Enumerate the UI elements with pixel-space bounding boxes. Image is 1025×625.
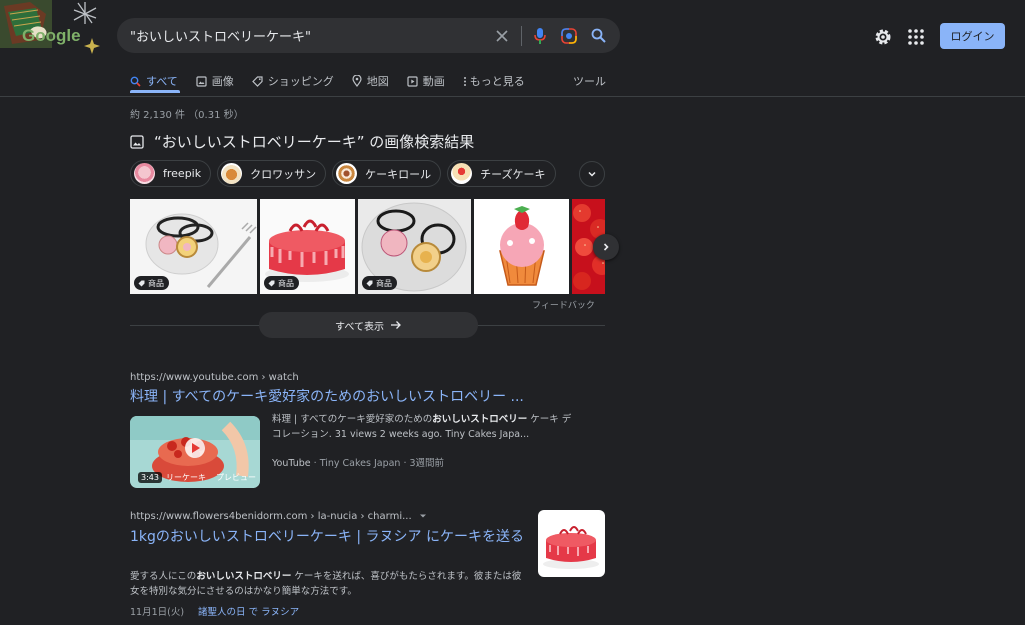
video-duration: 3:43 bbox=[138, 472, 162, 483]
result-thumbnail[interactable] bbox=[538, 510, 605, 577]
sitelink[interactable]: 諸聖人の日 で ラヌシア bbox=[198, 607, 299, 618]
gallery-next-button[interactable] bbox=[593, 234, 619, 260]
snippet-text: 愛する人にこの bbox=[130, 571, 197, 582]
tag-icon bbox=[268, 280, 275, 286]
chip-thumbnail bbox=[221, 163, 243, 184]
header-divider bbox=[0, 96, 1025, 97]
tab-shopping[interactable]: ショッピング bbox=[251, 73, 334, 89]
chip-freepik[interactable]: freepik bbox=[130, 160, 212, 187]
search-icon bbox=[130, 76, 141, 87]
chevron-right-icon bbox=[603, 243, 609, 251]
result-title-link[interactable]: 1kgのおいしいストロベリーケーキ | ラヌシア にケーキを送る bbox=[130, 528, 525, 547]
chips-expand-button[interactable] bbox=[579, 161, 605, 187]
apps-grid-icon[interactable] bbox=[906, 27, 926, 47]
clear-icon[interactable] bbox=[492, 26, 512, 46]
badge-label: 商品 bbox=[376, 278, 392, 288]
video-thumbnail[interactable]: 3:43 リーケーキ プレビュー bbox=[130, 416, 260, 488]
camera-lens-icon[interactable] bbox=[559, 26, 579, 46]
show-all-button[interactable]: すべて表示 bbox=[259, 312, 478, 338]
video-meta: YouTube · Tiny Cakes Japan · 3週間前 bbox=[272, 458, 445, 469]
result-snippet: 料理 | すべてのケーキ愛好家のためのおいしいストロベリー ケーキ デコレーショ… bbox=[272, 412, 572, 442]
tab-label: すべて bbox=[146, 75, 178, 88]
chip-label: freepik bbox=[163, 167, 202, 180]
search-icon[interactable] bbox=[588, 26, 608, 46]
image-result-hair-ties-fork[interactable]: 商品 bbox=[130, 199, 257, 294]
chip-thumbnail bbox=[134, 163, 155, 184]
result-snippet: 愛する人にこのおいしいストロベリー ケーキを送れば、喜びがもたらされます。彼また… bbox=[130, 569, 525, 599]
product-badge: 商品 bbox=[264, 276, 299, 290]
video-age: 3週間前 bbox=[409, 458, 445, 469]
tab-label: ショッピング bbox=[267, 75, 334, 88]
active-tab-indicator bbox=[130, 90, 180, 93]
result-stats: 約 2,130 件 （0.31 秒） bbox=[130, 110, 244, 121]
image-results-heading[interactable]: “おいしいストロベリーケーキ” の画像検索結果 bbox=[130, 131, 474, 152]
snippet-highlight: おいしいストロベリー bbox=[196, 571, 292, 582]
video-icon bbox=[407, 75, 418, 87]
google-doodle-logo[interactable]: Google bbox=[0, 0, 110, 60]
product-badge: 商品 bbox=[362, 276, 397, 290]
chip-label: クロワッサン bbox=[250, 167, 317, 181]
thumbnail-caption: リーケーキ bbox=[166, 473, 206, 482]
search-box[interactable]: "おいしいストロベリーケーキ" bbox=[117, 18, 620, 53]
result-cite-text: https://www.flowers4benidorm.com › la-nu… bbox=[130, 511, 412, 522]
login-button[interactable]: ログイン bbox=[940, 23, 1005, 49]
product-badge: 商品 bbox=[134, 276, 169, 290]
chip-label: チーズケーキ bbox=[480, 167, 546, 181]
tab-label: 画像 bbox=[211, 75, 234, 88]
badge-label: 商品 bbox=[278, 278, 294, 288]
tab-label: もっと見る bbox=[469, 75, 525, 88]
microphone-icon[interactable] bbox=[530, 26, 550, 46]
chip-croissant[interactable]: クロワッサン bbox=[217, 160, 327, 187]
tag-icon bbox=[366, 280, 373, 286]
preview-label: プレビュー bbox=[216, 473, 256, 482]
more-vert-icon bbox=[463, 76, 466, 86]
search-tabs: すべて 画像 ショッピング 地図 動画 もっと見る bbox=[130, 70, 543, 92]
tab-all[interactable]: すべて bbox=[130, 73, 178, 89]
search-divider bbox=[521, 25, 522, 46]
tools-button[interactable]: ツール bbox=[573, 73, 606, 89]
logo-text: Google bbox=[22, 26, 81, 45]
video-source: YouTube bbox=[272, 458, 311, 469]
tab-label: 地図 bbox=[366, 75, 389, 88]
arrow-right-icon bbox=[390, 321, 401, 329]
image-result-cupcake[interactable] bbox=[474, 199, 569, 294]
tab-videos[interactable]: 動画 bbox=[407, 73, 445, 89]
chip-label: ケーキロール bbox=[365, 167, 432, 181]
result-title-link[interactable]: 料理 | すべてのケーキ愛好家のためのおいしいストロベリー ... bbox=[130, 388, 524, 407]
sitelink-date: 11月1日(火) bbox=[130, 607, 185, 618]
chip-cheesecake[interactable]: チーズケーキ bbox=[447, 160, 556, 187]
result-cite[interactable]: https://www.youtube.com › watch bbox=[130, 372, 299, 383]
snippet-text: 料理 | すべてのケーキ愛好家のための bbox=[272, 414, 433, 425]
refinement-chips: freepik クロワッサン ケーキロール チーズケーキ bbox=[130, 160, 562, 187]
chip-cake-roll[interactable]: ケーキロール bbox=[332, 160, 442, 187]
chip-thumbnail bbox=[336, 163, 358, 184]
tab-maps[interactable]: 地図 bbox=[352, 73, 389, 89]
snippet-highlight: おいしいストロベリー bbox=[432, 414, 528, 425]
image-results-title: “おいしいストロベリーケーキ” の画像検索結果 bbox=[154, 133, 475, 151]
chevron-down-icon bbox=[588, 171, 596, 177]
image-result-strawberry-cake[interactable]: 商品 bbox=[260, 199, 355, 294]
result-cite[interactable]: https://www.flowers4benidorm.com › la-nu… bbox=[130, 511, 427, 522]
tab-label: 動画 bbox=[422, 75, 445, 88]
settings-gear-icon[interactable] bbox=[873, 27, 893, 47]
tag-icon bbox=[251, 75, 263, 87]
sitelink-row: 11月1日(火) 諸聖人の日 で ラヌシア bbox=[130, 604, 299, 618]
feedback-link[interactable]: フィードバック bbox=[532, 298, 595, 311]
search-input[interactable]: "おいしいストロベリーケーキ" bbox=[130, 26, 492, 45]
tag-icon bbox=[138, 280, 145, 286]
image-gallery: 商品 商品 商品 bbox=[130, 199, 605, 294]
image-result-hair-ties-plate[interactable]: 商品 bbox=[358, 199, 471, 294]
badge-label: 商品 bbox=[148, 278, 164, 288]
show-all-label: すべて表示 bbox=[335, 321, 384, 333]
video-channel: Tiny Cakes Japan bbox=[319, 458, 401, 469]
more-options-icon[interactable] bbox=[419, 513, 427, 519]
tab-images[interactable]: 画像 bbox=[196, 73, 234, 89]
tab-more[interactable]: もっと見る bbox=[463, 73, 525, 89]
chip-thumbnail bbox=[451, 163, 473, 184]
image-icon bbox=[130, 134, 144, 149]
image-icon bbox=[196, 75, 207, 87]
map-pin-icon bbox=[352, 75, 362, 87]
